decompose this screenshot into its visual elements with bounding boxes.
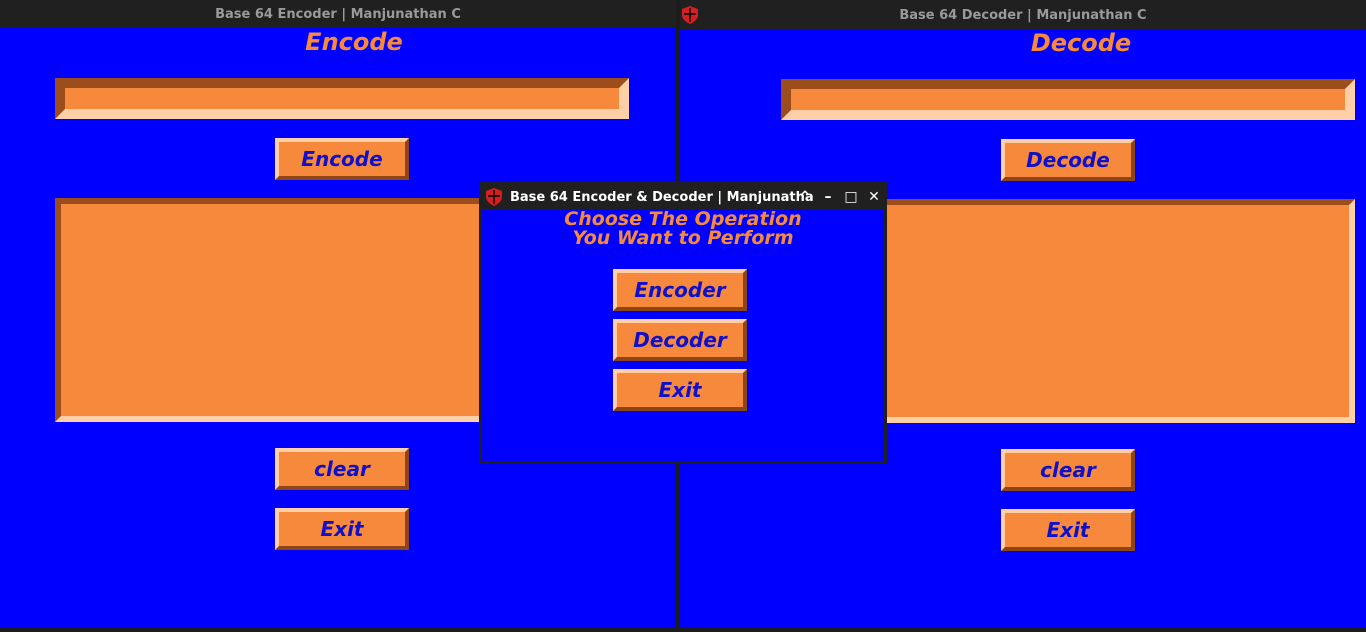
encoder-clear-button[interactable]: clear [275, 448, 409, 490]
encode-button[interactable]: Encode [275, 138, 409, 180]
decode-output-area[interactable] [860, 199, 1355, 423]
dialog-heading-line2: You Want to Perform [572, 227, 794, 249]
decoder-window-title: Base 64 Decoder | Manjunathan C [899, 7, 1147, 23]
close-icon[interactable]: ✕ [865, 188, 883, 206]
encoder-exit-button[interactable]: Exit [275, 508, 409, 550]
encoder-titlebar[interactable]: Base 64 Encoder | Manjunathan C [0, 0, 676, 28]
decoder-exit-button[interactable]: Exit [1001, 509, 1135, 551]
encode-heading: Encode [305, 28, 403, 56]
dialog-heading: Choose The Operation You Want to Perform [482, 210, 884, 248]
dialog-exit-button[interactable]: Exit [613, 369, 747, 411]
open-encoder-button[interactable]: Encoder [613, 269, 747, 311]
decoder-clear-button[interactable]: clear [1001, 449, 1135, 491]
decode-button[interactable]: Decode [1001, 139, 1135, 181]
dialog-titlebar[interactable]: Base 64 Encoder & Decoder | Manjunatha ⌃… [482, 184, 884, 210]
operation-dialog: Base 64 Encoder & Decoder | Manjunatha ⌃… [479, 181, 887, 464]
minimize-icon[interactable]: – [819, 188, 837, 206]
shield-icon [682, 6, 698, 24]
decode-heading: Decode [1030, 29, 1132, 57]
open-decoder-button[interactable]: Decoder [613, 319, 747, 361]
encoder-window-title: Base 64 Encoder | Manjunathan C [215, 6, 461, 22]
decode-input-field[interactable] [781, 79, 1355, 120]
shade-icon[interactable]: ⌃ [796, 188, 814, 206]
encode-input-field[interactable] [55, 78, 629, 119]
decoder-titlebar[interactable]: Base 64 Decoder | Manjunathan C [680, 0, 1366, 30]
dialog-title: Base 64 Encoder & Decoder | Manjunatha [510, 189, 814, 205]
maximize-icon[interactable]: □ [842, 188, 860, 206]
shield-icon [486, 188, 502, 206]
